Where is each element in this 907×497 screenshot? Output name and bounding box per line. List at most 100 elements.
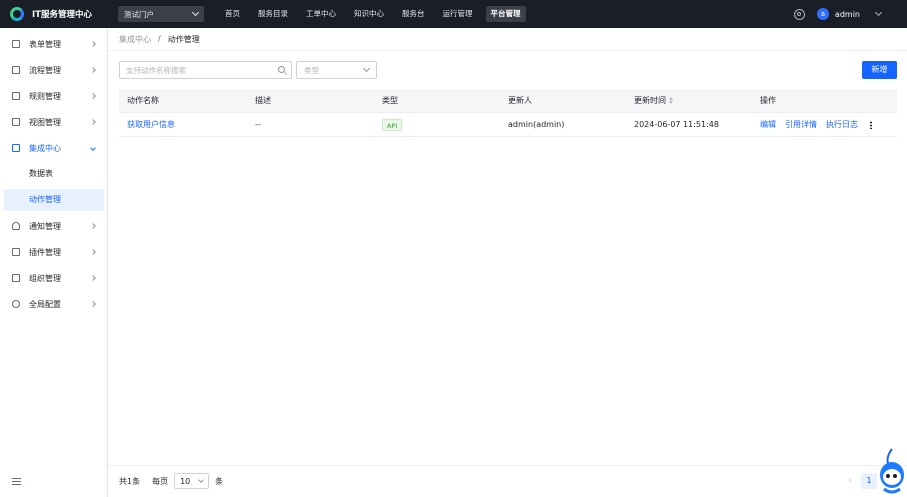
sidebar-item-label: 规则管理 bbox=[29, 91, 61, 101]
chevron-right-icon bbox=[90, 301, 96, 307]
chevron-right-icon bbox=[90, 93, 96, 99]
settings-gear-icon[interactable] bbox=[793, 8, 805, 20]
nav-item-service-catalog[interactable]: 服务目录 bbox=[253, 6, 293, 22]
username[interactable]: admin bbox=[835, 10, 860, 19]
action-updated-at: 2024-06-07 11:51:48 bbox=[634, 120, 719, 129]
edit-link[interactable]: 编辑 bbox=[760, 119, 776, 130]
top-bar: IT服务管理中心 测试门户 首页 服务目录 工单中心 知识中心 服务台 运行管理… bbox=[0, 0, 907, 28]
sidebar-item-label: 集成中心 bbox=[29, 143, 61, 153]
nav-item-operations[interactable]: 运行管理 bbox=[438, 6, 478, 22]
search-input[interactable] bbox=[126, 65, 276, 75]
flow-icon bbox=[12, 66, 20, 74]
divider bbox=[108, 50, 907, 51]
sidebar-item-label: 表单管理 bbox=[29, 39, 61, 49]
sidebar-item-rule-management[interactable]: 规则管理 bbox=[0, 85, 107, 107]
app-title: IT服务管理中心 bbox=[32, 10, 92, 20]
chevron-right-icon bbox=[90, 249, 96, 255]
total-count: 共1条 bbox=[119, 476, 141, 486]
sidebar-item-notification-management[interactable]: 通知管理 bbox=[0, 215, 107, 237]
sidebar-subitem-action-management[interactable]: 动作管理 bbox=[4, 189, 104, 211]
sidebar-item-plugin-management[interactable]: 插件管理 bbox=[0, 241, 107, 263]
sort-icon[interactable] bbox=[669, 97, 674, 104]
sidebar-item-label: 流程管理 bbox=[29, 65, 61, 75]
portal-select-value: 测试门户 bbox=[124, 9, 154, 19]
chevron-down-icon bbox=[191, 8, 200, 17]
breadcrumb-parent[interactable]: 集成中心 bbox=[119, 34, 151, 45]
form-icon bbox=[12, 40, 20, 48]
pagination-info: 共1条 每页 10 条 bbox=[119, 473, 223, 489]
sidebar-item-label: 组织管理 bbox=[29, 273, 61, 283]
breadcrumb-current: 动作管理 bbox=[167, 35, 200, 44]
sidebar-item-form-management[interactable]: 表单管理 bbox=[0, 33, 107, 55]
prev-page-icon[interactable]: ‹ bbox=[845, 473, 855, 489]
chevron-right-icon bbox=[90, 119, 96, 125]
column-header-updated-at[interactable]: 更新时间 bbox=[634, 95, 674, 106]
sidebar-item-label: 插件管理 bbox=[29, 247, 61, 257]
integration-icon bbox=[12, 144, 20, 152]
type-filter-select[interactable]: 类型 bbox=[296, 61, 377, 79]
breadcrumb: 集成中心 / 动作管理 bbox=[119, 34, 200, 45]
table-row: 获取用户信息 -- API admin(admin) 2024-06-07 11… bbox=[119, 113, 897, 137]
row-actions: 编辑 引用详情 执行日志 bbox=[760, 119, 881, 130]
execution-log-link[interactable]: 执行日志 bbox=[826, 119, 858, 130]
search-icon[interactable] bbox=[278, 66, 285, 73]
nav-item-home[interactable]: 首页 bbox=[220, 6, 245, 22]
sidebar-item-label: 全局配置 bbox=[29, 299, 61, 309]
column-header-name: 动作名称 bbox=[127, 96, 159, 105]
reference-details-link[interactable]: 引用详情 bbox=[785, 119, 817, 130]
per-page-unit: 条 bbox=[215, 476, 224, 486]
rule-icon bbox=[12, 92, 20, 100]
more-options-icon[interactable] bbox=[870, 120, 872, 129]
sidebar-item-integration-center[interactable]: 集成中心 bbox=[0, 137, 107, 159]
bell-icon bbox=[12, 222, 20, 230]
user-menu-chevron-icon[interactable] bbox=[874, 8, 883, 17]
breadcrumb-separator: / bbox=[158, 34, 161, 43]
nav-item-platform-management[interactable]: 平台管理 bbox=[485, 6, 526, 22]
divider bbox=[108, 465, 907, 466]
sidebar-item-flow-management[interactable]: 流程管理 bbox=[0, 59, 107, 81]
column-header-description: 描述 bbox=[255, 96, 271, 105]
sidebar-item-global-config[interactable]: 全局配置 bbox=[0, 293, 107, 315]
type-badge: API bbox=[382, 118, 403, 131]
sidebar-item-org-management[interactable]: 组织管理 bbox=[0, 267, 107, 289]
column-header-actions: 操作 bbox=[760, 96, 776, 105]
column-header-updater: 更新人 bbox=[508, 96, 532, 105]
chevron-right-icon bbox=[90, 41, 96, 47]
pagination: ‹ 1 bbox=[845, 473, 877, 489]
column-header-updated-at-label: 更新时间 bbox=[634, 96, 666, 105]
nav-item-ticket-center[interactable]: 工单中心 bbox=[301, 6, 341, 22]
org-icon bbox=[12, 274, 20, 282]
sidebar-item-label: 通知管理 bbox=[29, 221, 61, 231]
chevron-right-icon bbox=[90, 223, 96, 229]
action-description: -- bbox=[255, 120, 261, 129]
nav-item-service-desk[interactable]: 服务台 bbox=[397, 6, 430, 22]
chevron-right-icon bbox=[90, 67, 96, 73]
avatar[interactable]: a bbox=[816, 8, 829, 20]
sidebar-item-label: 视图管理 bbox=[29, 117, 61, 127]
action-name-link[interactable]: 获取用户信息 bbox=[127, 119, 175, 130]
sidebar-subitem-data-table[interactable]: 数据表 bbox=[4, 163, 104, 185]
app-logo[interactable]: IT服务管理中心 bbox=[10, 7, 108, 21]
sidebar-item-view-management[interactable]: 视图管理 bbox=[0, 111, 107, 133]
per-page-label: 每页 bbox=[152, 476, 169, 486]
chevron-down-icon bbox=[362, 64, 371, 73]
page-size-select[interactable]: 10 bbox=[174, 473, 210, 489]
assistant-mascot-icon[interactable] bbox=[876, 447, 906, 495]
type-filter-placeholder: 类型 bbox=[304, 65, 319, 75]
chevron-right-icon bbox=[90, 275, 96, 281]
sidebar: 表单管理 流程管理 规则管理 视图管理 集成中心 数据表 动作管理 通知管理 插… bbox=[0, 28, 108, 497]
nav-item-knowledge-center[interactable]: 知识中心 bbox=[349, 6, 389, 22]
settings-icon bbox=[12, 300, 20, 308]
column-header-type: 类型 bbox=[382, 96, 398, 105]
collapse-sidebar-icon[interactable] bbox=[12, 478, 21, 485]
search-box[interactable] bbox=[119, 61, 292, 79]
action-updater: admin(admin) bbox=[508, 120, 565, 129]
table-header: 动作名称 描述 类型 更新人 更新时间 操作 bbox=[119, 89, 897, 113]
page-number-current[interactable]: 1 bbox=[861, 473, 877, 489]
add-button[interactable]: 新增 bbox=[862, 61, 897, 79]
portal-select[interactable]: 测试门户 bbox=[118, 6, 204, 22]
main-nav: 首页 服务目录 工单中心 知识中心 服务台 运行管理 平台管理 bbox=[220, 6, 534, 22]
view-icon bbox=[12, 118, 20, 126]
logo-icon bbox=[10, 7, 24, 21]
plugin-icon bbox=[12, 248, 20, 256]
